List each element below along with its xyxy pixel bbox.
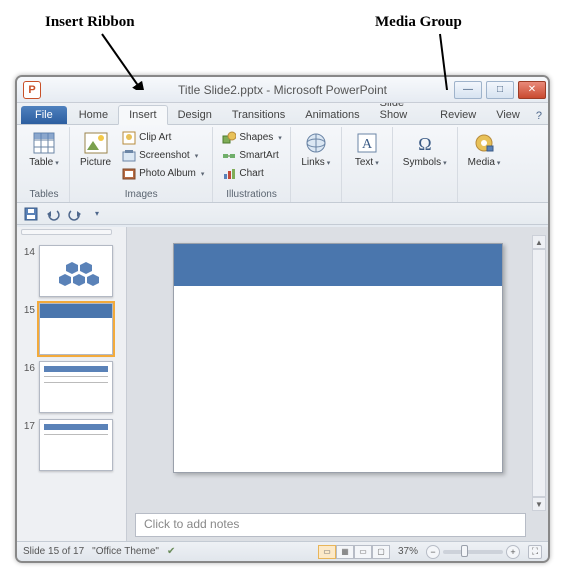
group-images: Picture Clip Art Screenshot▾ Photo Album… (70, 127, 213, 202)
zoom-slider[interactable]: − + (426, 545, 520, 559)
undo-icon[interactable] (45, 206, 61, 222)
scroll-down-icon[interactable]: ▼ (532, 497, 546, 511)
minimize-button[interactable]: — (454, 81, 482, 99)
thumb-16[interactable]: 16 (21, 361, 122, 413)
photoalbum-icon (121, 166, 136, 181)
zoom-fit-button[interactable]: ⛶ (528, 545, 542, 559)
svg-text:A: A (362, 137, 373, 152)
qat-customize-icon[interactable]: ▾ (89, 206, 105, 222)
anno-media-group: Media Group (375, 14, 462, 31)
status-bar: Slide 15 of 17 "Office Theme" ✔︎ ▭ ▦ ▭ ▢… (17, 541, 548, 561)
screenshot-icon (121, 148, 136, 163)
chart-icon (221, 166, 236, 181)
tab-view[interactable]: View (486, 106, 530, 124)
slide-title-stripe (174, 244, 502, 286)
scroll-up-icon[interactable]: ▲ (532, 235, 546, 249)
shapes-button[interactable]: Shapes▾ (219, 129, 283, 146)
clipart-button[interactable]: Clip Art (119, 129, 206, 146)
tab-home[interactable]: Home (69, 106, 118, 124)
anno-insert-ribbon: Insert Ribbon (45, 14, 135, 31)
tab-transitions[interactable]: Transitions (222, 106, 295, 124)
group-symbols: Ω Symbols▾ (393, 127, 458, 202)
symbols-icon: Ω (413, 131, 437, 155)
thumb-15[interactable]: 15 (21, 303, 122, 355)
chart-button[interactable]: Chart (219, 165, 283, 182)
picture-icon (84, 131, 108, 155)
picture-button[interactable]: Picture (76, 129, 115, 170)
group-label-images: Images (76, 188, 206, 201)
save-icon[interactable] (23, 206, 39, 222)
group-illustrations: Shapes▾ SmartArt Chart Illustrations (213, 127, 290, 202)
table-icon (32, 131, 56, 155)
ribbon-tabs: File Home Insert Design Transitions Anim… (17, 103, 548, 125)
shapes-icon (221, 130, 236, 145)
ribbon-body: Table▾ Tables Picture Clip Art (17, 125, 548, 203)
zoom-in-button[interactable]: + (506, 545, 520, 559)
view-slideshow-button[interactable]: ▢ (372, 545, 390, 559)
powerpoint-app-icon: P (23, 81, 41, 99)
text-button[interactable]: A Text▾ (348, 129, 386, 171)
group-links: Links▾ (291, 127, 342, 202)
view-normal-button[interactable]: ▭ (318, 545, 336, 559)
tab-review[interactable]: Review (430, 106, 486, 124)
links-button[interactable]: Links▾ (297, 129, 335, 171)
svg-text:Ω: Ω (418, 134, 431, 154)
status-theme: "Office Theme" (92, 546, 159, 557)
notes-input[interactable]: Click to add notes (135, 513, 526, 537)
quick-access-toolbar: ▾ (17, 203, 548, 225)
symbols-label: Symbols (403, 157, 441, 168)
media-label: Media (468, 157, 495, 168)
clipart-icon (121, 130, 136, 145)
links-label: Links (301, 157, 324, 168)
text-icon: A (355, 131, 379, 155)
thumb-14[interactable]: 14 (21, 245, 122, 297)
links-icon (304, 131, 328, 155)
picture-label: Picture (80, 157, 111, 168)
zoom-thumb[interactable] (461, 545, 468, 557)
group-text: A Text▾ (342, 127, 393, 202)
slide-thumbnails-pane: 14 15 16 17 (17, 227, 127, 541)
view-buttons: ▭ ▦ ▭ ▢ (318, 545, 390, 559)
spellcheck-icon[interactable]: ✔︎ (167, 546, 175, 557)
media-icon (472, 131, 496, 155)
table-button[interactable]: Table▾ (25, 129, 63, 171)
media-button[interactable]: Media▾ (464, 129, 505, 171)
tab-file[interactable]: File (21, 106, 67, 124)
redo-icon[interactable] (67, 206, 83, 222)
help-icon[interactable]: ? (530, 108, 548, 124)
group-label-tables: Tables (25, 188, 63, 201)
slide-edit-pane: ▲ ▼ Click to add notes (127, 227, 548, 541)
slide-canvas[interactable] (173, 243, 503, 473)
zoom-value: 37% (398, 546, 418, 557)
text-label: Text (355, 157, 373, 168)
screenshot-button[interactable]: Screenshot▾ (119, 147, 206, 164)
group-media: Media▾ (458, 127, 511, 202)
view-sorter-button[interactable]: ▦ (336, 545, 354, 559)
status-slide: Slide 15 of 17 (23, 546, 84, 557)
group-label-illustrations: Illustrations (219, 188, 283, 201)
table-label: Table (29, 157, 53, 168)
tab-design[interactable]: Design (168, 106, 222, 124)
tab-animations[interactable]: Animations (295, 106, 369, 124)
smartart-icon (221, 148, 236, 163)
close-button[interactable]: ✕ (518, 81, 546, 99)
zoom-out-button[interactable]: − (426, 545, 440, 559)
titlebar: P Title Slide2.pptx - Microsoft PowerPoi… (17, 77, 548, 103)
group-tables: Table▾ Tables (19, 127, 70, 202)
tab-insert[interactable]: Insert (118, 105, 168, 125)
view-reading-button[interactable]: ▭ (354, 545, 372, 559)
vertical-scrollbar[interactable]: ▲ ▼ (532, 235, 546, 511)
photoalbum-button[interactable]: Photo Album▾ (119, 165, 206, 182)
thumb-17[interactable]: 17 (21, 419, 122, 471)
smartart-button[interactable]: SmartArt (219, 147, 283, 164)
symbols-button[interactable]: Ω Symbols▾ (399, 129, 451, 171)
app-window: P Title Slide2.pptx - Microsoft PowerPoi… (15, 75, 550, 563)
work-area: 14 15 16 17 ▲ (17, 227, 548, 541)
maximize-button[interactable]: □ (486, 81, 514, 99)
